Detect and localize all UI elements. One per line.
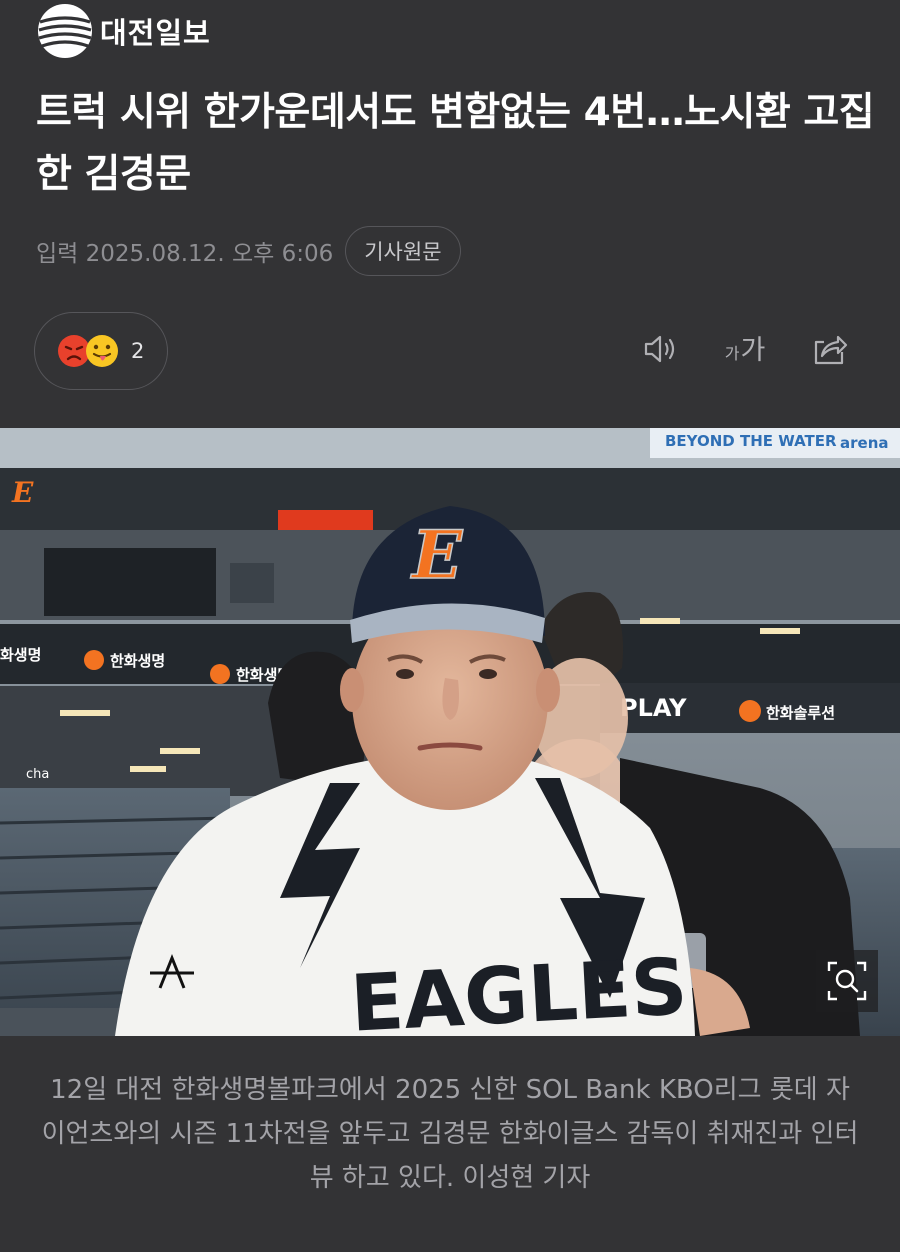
sign-hanwha-left: 화생명 [0, 646, 41, 664]
sign-hanwha-solution: 한화솔루션 [766, 704, 835, 722]
font-size-large-label: 가 [740, 335, 766, 366]
article-headline: 트럭 시위 한가운데서도 변함없는 4번…노시환 고집한 김경문 [36, 90, 875, 197]
speaker-icon [644, 335, 675, 363]
zoom-icon [827, 961, 867, 1001]
photo-caption: 12일 대전 한화생명볼파크에서 2025 신한 SOL Bank KBO리그 … [41, 1075, 859, 1193]
publisher-logo[interactable]: 대전일보 [36, 2, 211, 60]
article-header: 대전일보 트럭 시위 한가운데서도 변함없는 4번…노시환 고집한 김경문 입력… [0, 0, 900, 428]
photo-zoom-button[interactable] [816, 950, 878, 1012]
stadium-interview-image: BEYOND THE WATER arena E E 화생명 한화생명 한화생명… [0, 428, 900, 1036]
cap-e-logo: E [410, 516, 464, 594]
article-meta: 입력 2025.08.12. 오후 6:06 기사원문 [36, 226, 461, 276]
reactions-button[interactable]: 2 [34, 312, 168, 390]
sign-play: PLAY [620, 694, 687, 722]
sign-arena: arena [840, 434, 889, 452]
text-to-speech-button[interactable] [640, 328, 682, 370]
article-toolbar: 가 가 [640, 328, 850, 370]
article-photo[interactable]: BEYOND THE WATER arena E E 화생명 한화생명 한화생명… [0, 428, 900, 1036]
original-article-button[interactable]: 기사원문 [345, 226, 461, 276]
sign-cha: cha [26, 767, 49, 782]
font-size-button[interactable]: 가 가 [724, 328, 766, 370]
stadium-e-logo: E [11, 476, 34, 509]
reaction-count: 2 [131, 339, 145, 363]
share-icon [814, 335, 848, 365]
jersey-lettering: EAGLES [348, 942, 689, 1036]
globe-stripes-logo-icon [38, 4, 92, 58]
tongue-out-face-icon [86, 335, 118, 367]
sign-water: BEYOND THE WATER [665, 432, 837, 450]
share-button[interactable] [808, 328, 850, 370]
publisher-name: 대전일보 [100, 16, 211, 50]
publish-date: 입력 2025.08.12. 오후 6:06 [36, 241, 334, 267]
font-size-small-label: 가 [724, 344, 740, 363]
sign-hanwha-1: 한화생명 [110, 652, 165, 670]
